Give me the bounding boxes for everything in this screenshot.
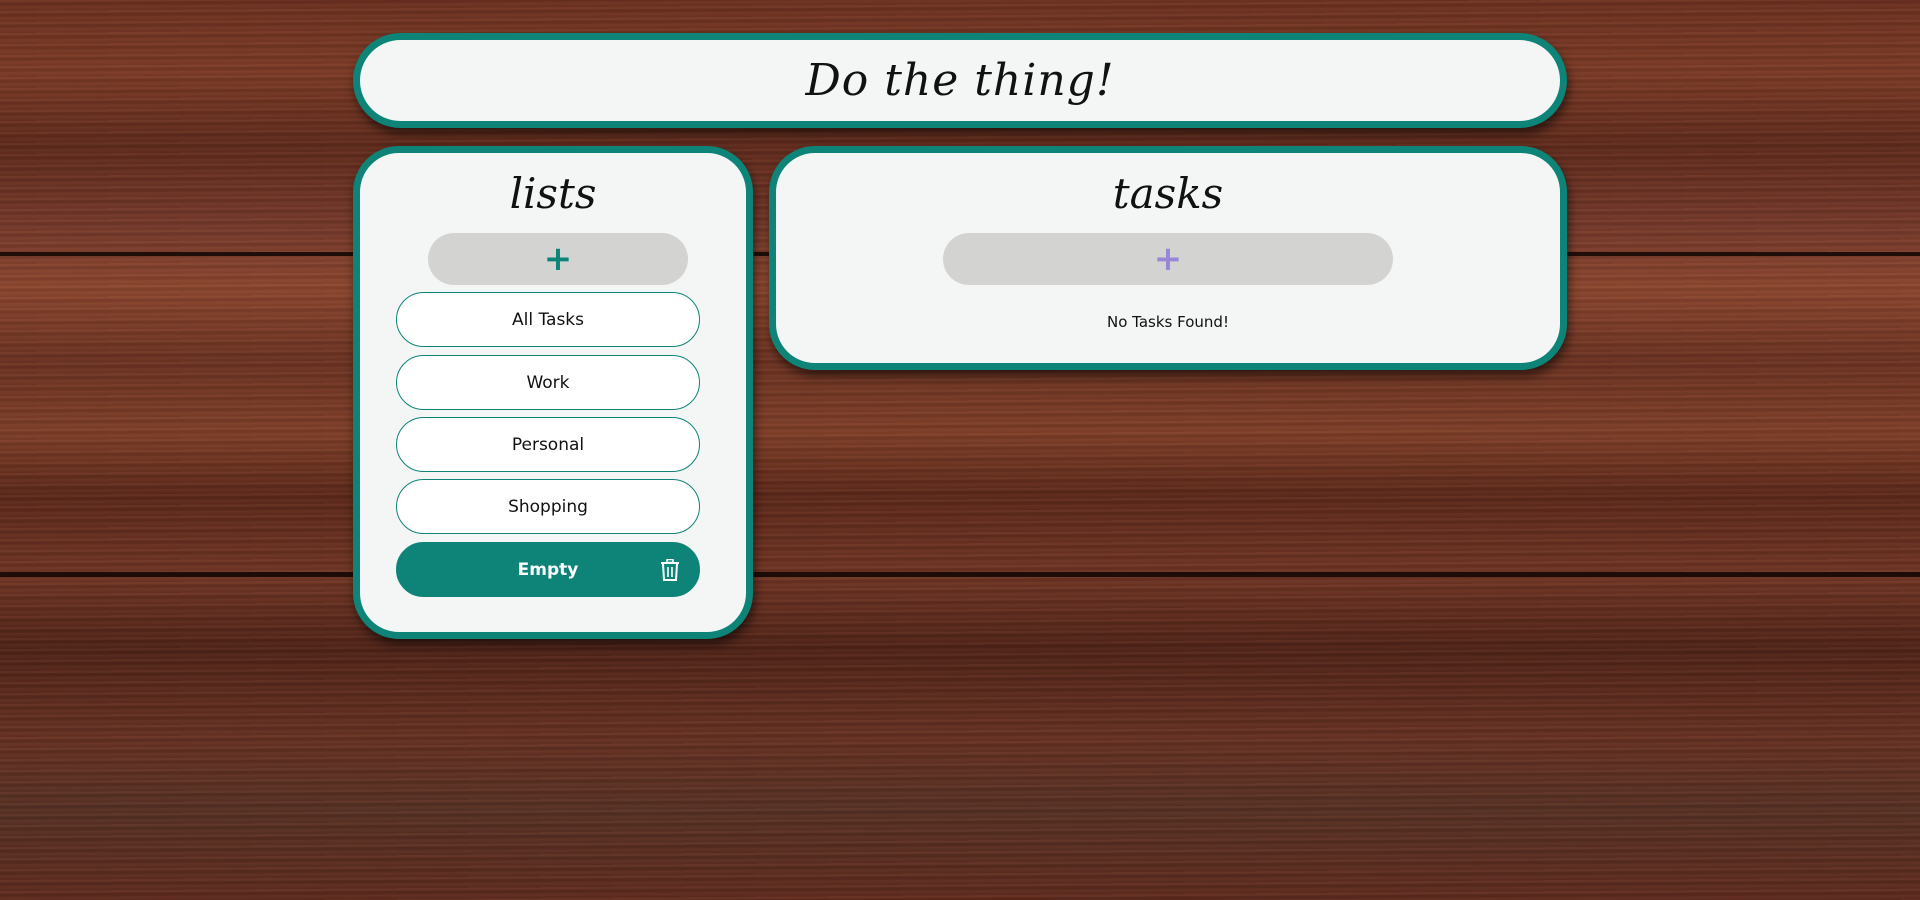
tasks-title: tasks	[1112, 169, 1224, 218]
list-item-empty[interactable]: Empty	[396, 542, 700, 597]
tasks-panel: tasks + No Tasks Found!	[769, 146, 1567, 370]
add-list-button[interactable]: +	[428, 233, 688, 285]
list-item-label: Shopping	[508, 496, 588, 517]
lists-panel: lists + All Tasks Work Personal Shopping…	[353, 146, 753, 639]
trash-icon[interactable]	[659, 558, 681, 582]
app-title: Do the thing!	[805, 55, 1115, 106]
app-header: Do the thing!	[353, 33, 1567, 128]
list-item-label: Work	[526, 372, 570, 393]
list-item-label: All Tasks	[511, 309, 585, 330]
list-item-work[interactable]: Work	[396, 355, 700, 410]
no-tasks-message: No Tasks Found!	[1107, 313, 1229, 331]
list-item-shopping[interactable]: Shopping	[396, 479, 700, 534]
list-item-personal[interactable]: Personal	[396, 417, 700, 472]
lists-title: lists	[509, 169, 597, 218]
list-item-all-tasks[interactable]: All Tasks	[396, 292, 700, 347]
list-item-label: Empty	[517, 559, 579, 580]
list-item-label: Personal	[511, 434, 585, 455]
add-task-button[interactable]: +	[943, 233, 1393, 285]
